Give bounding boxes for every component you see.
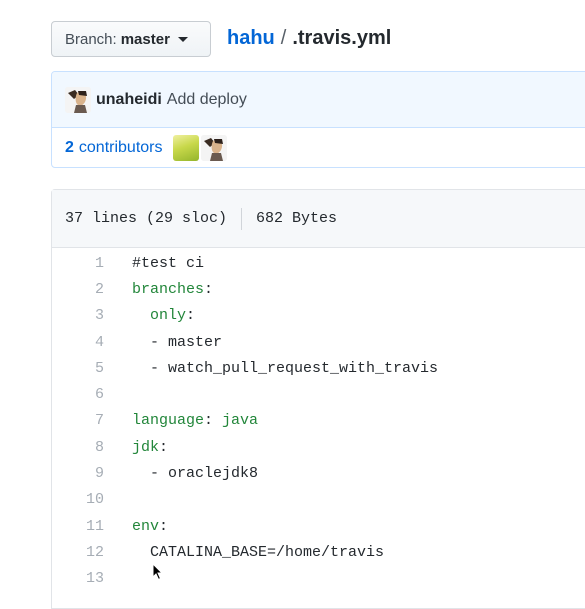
- code-content: language: java: [104, 412, 258, 429]
- code-line: 5 - watch_pull_request_with_travis: [52, 355, 585, 381]
- line-number[interactable]: 12: [52, 544, 104, 561]
- caret-down-icon: [177, 36, 188, 42]
- yaml-colon: :: [159, 517, 169, 535]
- code-line: 10: [52, 487, 585, 513]
- line-number[interactable]: 6: [52, 386, 104, 403]
- commit-author-link[interactable]: unaheidi: [96, 91, 162, 109]
- line-number[interactable]: 10: [52, 491, 104, 508]
- yaml-colon: :: [159, 438, 169, 456]
- yaml-colon: :: [204, 412, 223, 430]
- yaml-key: branches: [132, 280, 205, 298]
- yaml-key: language: [132, 412, 205, 430]
- header-divider: [241, 207, 243, 230]
- code-content: - master: [132, 333, 223, 351]
- latest-commit-box: unaheidi Add deploy 2 contributors: [51, 71, 585, 168]
- code-line: 4 - master: [52, 329, 585, 355]
- yaml-colon: :: [204, 280, 214, 298]
- line-number[interactable]: 1: [52, 255, 104, 272]
- code-content: jdk:: [104, 439, 168, 456]
- code-line: 2 branches:: [52, 276, 585, 302]
- code-line: 11 env:: [52, 513, 585, 539]
- author-avatar[interactable]: [65, 86, 91, 113]
- code-line: 13: [52, 566, 585, 592]
- line-number[interactable]: 3: [52, 307, 104, 324]
- code-line: 1 #test ci: [52, 250, 585, 276]
- contributors-row: 2 contributors: [52, 128, 585, 167]
- yaml-key: env: [132, 517, 160, 535]
- branch-selector-button[interactable]: Branch: master: [51, 21, 211, 57]
- line-number[interactable]: 13: [52, 570, 104, 587]
- branch-value: master: [120, 30, 170, 48]
- line-number[interactable]: 11: [52, 518, 104, 535]
- yaml-value: java: [222, 412, 259, 430]
- breadcrumb-file-name: .travis.yml: [292, 27, 392, 49]
- branch-label: Branch:: [65, 30, 117, 48]
- file-size: 682 Bytes: [256, 210, 338, 227]
- file-line-count: 37 lines (29 sloc): [65, 210, 228, 227]
- file-info-header: 37 lines (29 sloc) 682 Bytes: [52, 190, 585, 248]
- breadcrumb-repo-link[interactable]: hahu: [227, 27, 275, 49]
- code-content: CATALINA_BASE=/home/travis: [132, 543, 385, 561]
- line-number[interactable]: 9: [52, 465, 104, 482]
- commit-row: unaheidi Add deploy: [52, 72, 585, 128]
- code-content: - oraclejdk8: [132, 465, 259, 483]
- contributor-avatar[interactable]: [200, 134, 227, 161]
- yaml-key: only: [150, 307, 187, 325]
- code-block: 1 #test ci 2 branches: 3 only: 4 - maste…: [52, 250, 585, 592]
- breadcrumb: hahu / .travis.yml: [227, 27, 391, 50]
- code-line: 9 - oraclejdk8: [52, 460, 585, 486]
- line-number[interactable]: 8: [52, 439, 104, 456]
- code-content: - watch_pull_request_with_travis: [132, 359, 439, 377]
- contributor-avatars: [172, 134, 227, 161]
- code-content: branches:: [104, 281, 213, 298]
- code-content: only:: [104, 307, 195, 324]
- contributor-avatar[interactable]: [172, 134, 199, 161]
- code-line: 7 language: java: [52, 408, 585, 434]
- code-content: #test ci: [132, 254, 205, 272]
- line-number[interactable]: 7: [52, 412, 104, 429]
- line-number[interactable]: 4: [52, 334, 104, 351]
- code-line: 8 jdk:: [52, 434, 585, 460]
- code-line: 3 only:: [52, 303, 585, 329]
- line-number[interactable]: 2: [52, 281, 104, 298]
- code-line: 6: [52, 381, 585, 407]
- yaml-colon: :: [186, 307, 196, 325]
- breadcrumb-separator: /: [280, 27, 287, 49]
- code-line: 12 CATALINA_BASE=/home/travis: [52, 539, 585, 565]
- line-number[interactable]: 5: [52, 360, 104, 377]
- code-content: env:: [104, 518, 168, 535]
- contributors-label[interactable]: contributors: [79, 139, 163, 157]
- file-viewer: 37 lines (29 sloc) 682 Bytes 1 #test ci …: [51, 189, 585, 609]
- commit-message-link[interactable]: Add deploy: [167, 91, 247, 109]
- yaml-key: jdk: [132, 438, 160, 456]
- contributors-count[interactable]: 2: [65, 139, 74, 157]
- mouse-pointer-icon: [152, 563, 164, 581]
